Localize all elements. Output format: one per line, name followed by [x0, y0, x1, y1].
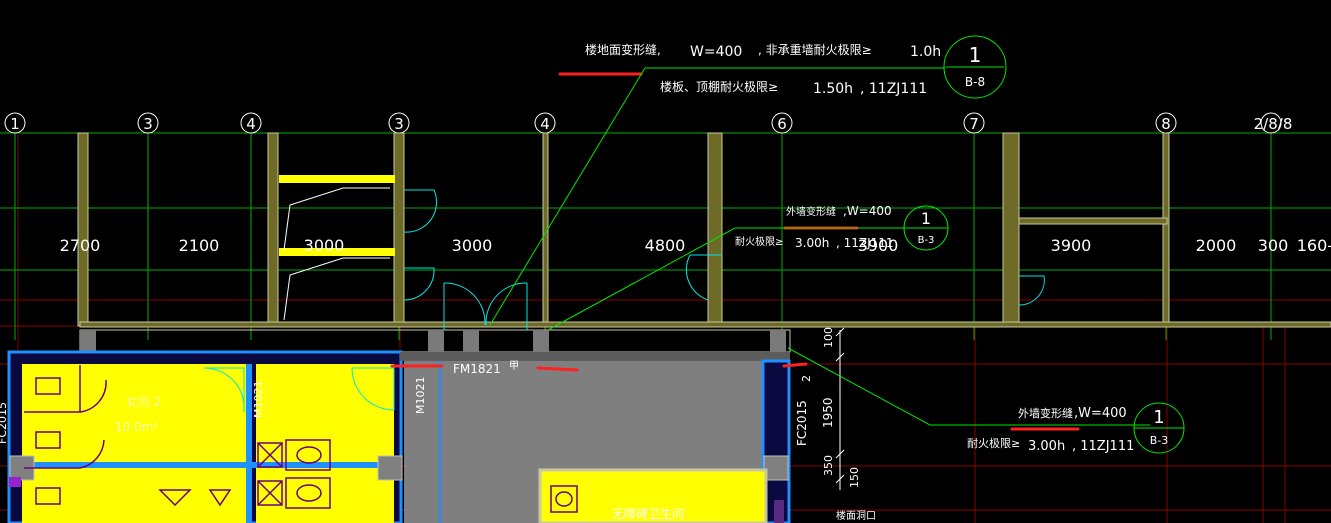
- detail-mid-sheet: B-3: [918, 235, 935, 246]
- axis-label-1: 1: [10, 115, 20, 133]
- side-note: 楼面洞口: [836, 509, 876, 522]
- callout-top-rest: , 非承重墙耐火极限≥: [758, 43, 872, 57]
- dim-300: 300: [1258, 236, 1289, 255]
- callout-top-line2-label: 楼板、顶棚耐火极限≥: [660, 79, 778, 94]
- detail-bot-sheet: B-3: [1150, 434, 1169, 447]
- callout-top-width: W=400: [690, 44, 742, 60]
- dim-1950: 1950: [821, 397, 835, 428]
- axis-label-4b: 4: [540, 115, 550, 133]
- callout-mid-ref: , 11ZJ111: [836, 236, 894, 250]
- callout-bot-ref: , 11ZJ111: [1072, 439, 1134, 454]
- axis-label-3a: 3: [143, 115, 153, 133]
- callout-bot-fire-label: 耐火极限≥: [967, 436, 1020, 450]
- dim-100: 100: [822, 327, 835, 348]
- axis-label-8: 8: [1161, 115, 1171, 133]
- dim-350: 350: [822, 455, 835, 476]
- lower-plan: [7, 350, 791, 523]
- callout-top-label: 楼地面变形缝,: [585, 42, 661, 57]
- accessible-toilet-label: 无障碍卫生间: [612, 506, 684, 521]
- window-fc2015: FC2015: [795, 400, 809, 446]
- dim-2000: 2000: [1196, 236, 1237, 255]
- door-m1021-left: M1021: [252, 381, 265, 419]
- callout-mid-width: ,W=400: [843, 204, 892, 218]
- detail-bubble-top: 1 B-8: [943, 35, 1007, 99]
- womens-toilet: [22, 364, 246, 523]
- callout-top-line2-ref: , 11ZJ111: [860, 81, 927, 97]
- detail-bubble-middle: 1 B-3: [903, 205, 949, 251]
- door-fm1821: FM1821: [453, 362, 501, 376]
- callout-top-value: 1.0h: [910, 44, 941, 60]
- detail-bot-num: 1: [1153, 407, 1164, 428]
- detail-mid-num: 1: [921, 209, 931, 228]
- side-num: 2: [800, 375, 813, 382]
- callout-bot-fire-value: 3.00h: [1028, 439, 1065, 454]
- dim-4800: 4800: [645, 236, 686, 255]
- callout-mid-fire-label: 耐火极限≥: [735, 235, 783, 248]
- door-m1021-right: M1021: [414, 377, 427, 415]
- room-area: 10.0m²: [115, 420, 158, 434]
- door-fm-grade: 甲: [509, 361, 519, 372]
- dim-3000-b: 3000: [452, 236, 493, 255]
- callout-bot-width: ,W=400: [1074, 406, 1127, 421]
- axis-label-7: 7: [969, 115, 979, 133]
- callout-top-line2-value: 1.50h: [813, 81, 853, 97]
- dim-3000-a: 3000: [304, 236, 345, 255]
- dim-2100: 2100: [179, 236, 220, 255]
- detail-top-sheet: B-8: [965, 75, 985, 89]
- axis-label-4a: 4: [246, 115, 256, 133]
- dim-2700: 2700: [60, 236, 101, 255]
- callout-mid-fire-value: 3.00h: [795, 236, 829, 250]
- axis-label-2-8-8: 2/8/8: [1254, 115, 1293, 133]
- cad-floor-plan: 1 3 4 3 4 6 7 8 2/8/8 2700 2100 3000 300…: [0, 0, 1331, 523]
- dim-3900-b: 3900: [1051, 236, 1092, 255]
- room-name-womens-toilet: 女厕 2: [126, 394, 161, 409]
- dim-160: 160–: [1297, 236, 1331, 255]
- axis-label-6: 6: [777, 115, 787, 133]
- detail-bubble-bottom: 1 B-3: [1133, 402, 1185, 454]
- callout-bot-label: 外墙变形缝: [1018, 406, 1073, 420]
- dim-150: 150: [848, 467, 861, 488]
- callout-mid-label: 外墙变形缝: [786, 205, 836, 218]
- detail-top-num: 1: [969, 43, 982, 67]
- axis-label-3b: 3: [394, 115, 404, 133]
- window-fc2015-left: FC2015: [0, 402, 9, 444]
